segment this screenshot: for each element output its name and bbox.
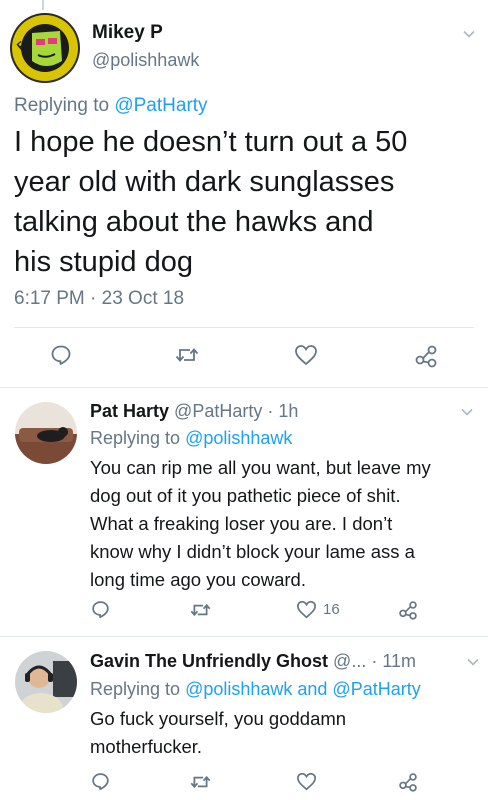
divider [14,327,474,328]
reply-text-line: What a freaking loser you are. I don’t [90,513,393,534]
chevron-down-icon[interactable] [462,27,476,41]
tweet-text-line: I hope he doesn’t turn out a 50 [14,126,408,158]
replying-to-link[interactable]: @PatHarty [114,95,207,116]
reply-icon [92,773,109,791]
reply-button[interactable] [91,772,110,791]
cartoon-avatar-icon[interactable]: FGUR [10,13,80,83]
author-handle[interactable]: @polishhawk [92,50,199,71]
reply-time: · 11m [371,651,417,671]
reply-text-line: long time ago you coward. [90,569,306,590]
retweet-button[interactable] [190,773,211,791]
like-button[interactable] [294,344,318,366]
tweet-text-line: year old with dark sunglasses [14,166,395,198]
replying-to-line: Replying to @PatHarty [14,95,208,117]
tweet-text-line: talking about the hawks and [14,206,374,238]
reply-text-line: You can rip me all you want, but leave m… [90,457,431,478]
retweet-button[interactable] [190,601,211,619]
tweet-text: I hope he doesn’t turn out a 50 year old… [14,122,474,282]
reply-button[interactable] [50,344,72,366]
chevron-down-icon[interactable] [466,655,480,669]
reply-icon [51,345,71,365]
chevron-down-icon[interactable] [460,405,474,419]
heart-icon [296,772,317,791]
share-icon [415,345,437,368]
reply-text-line: motherfucker. [90,736,203,757]
retweet-icon [190,603,211,617]
author-name[interactable]: Mikey P [92,22,163,44]
share-icon [399,601,417,620]
reply-tweet[interactable]: Gavin The Unfriendly Ghost @... · 11m Re… [0,637,488,800]
replying-to-line: Replying to @polishhawk [90,428,292,449]
replying-to-link[interactable]: @polishhawk [185,428,292,448]
reply-author-name[interactable]: Gavin The Unfriendly Ghost [90,651,328,671]
share-icon [399,773,417,792]
tweet-text-line: his stupid dog [14,246,193,278]
like-button[interactable] [296,772,317,791]
replying-to-label: Replying to [90,679,186,699]
heart-icon [296,600,317,619]
tweet-timestamp: 6:17 PM · 23 Oct 18 [14,288,185,309]
replying-to-label: Replying to [14,95,115,116]
reply-text-line: dog out of it you pathetic piece of shit… [90,485,401,506]
retweet-icon [175,348,199,362]
reply-text: You can rip me all you want, but leave m… [90,454,480,594]
heart-icon [295,345,317,366]
reply-author-handle[interactable]: @... [333,651,366,671]
reply-button[interactable] [91,600,110,619]
reply-author-handle[interactable]: @PatHarty [174,401,262,421]
retweet-icon [190,775,211,789]
reply-text-line: know why I didn’t block your lame ass a [90,541,415,562]
share-button[interactable] [398,772,418,792]
replying-to-link[interactable]: @polishhawk and @PatHarty [185,679,421,699]
reply-header: Pat Harty @PatHarty · 1h [90,401,298,422]
share-button[interactable] [398,600,418,620]
main-tweet: FGUR Mikey P @polishhawk Replying to @Pa… [0,0,488,387]
reply-author-name[interactable]: Pat Harty [90,401,169,421]
replying-to-label: Replying to [90,428,186,448]
man-with-headphones-avatar-icon[interactable] [15,651,77,713]
share-button[interactable] [414,344,438,368]
like-button[interactable]: 16 [296,600,340,619]
reply-tweet[interactable]: Pat Harty @PatHarty · 1h Replying to @po… [0,388,488,636]
replying-to-line: Replying to @polishhawk and @PatHarty [90,679,421,700]
reply-time: · 1h [267,401,299,421]
reply-text: Go fuck yourself, you goddamn motherfuck… [90,705,480,761]
retweet-button[interactable] [175,345,199,365]
dog-on-couch-avatar-icon[interactable] [15,402,77,464]
reply-text-line: Go fuck yourself, you goddamn [90,708,347,729]
reply-icon [92,601,109,619]
like-count: 16 [323,601,340,618]
reply-header: Gavin The Unfriendly Ghost @... · 11m [90,651,416,672]
